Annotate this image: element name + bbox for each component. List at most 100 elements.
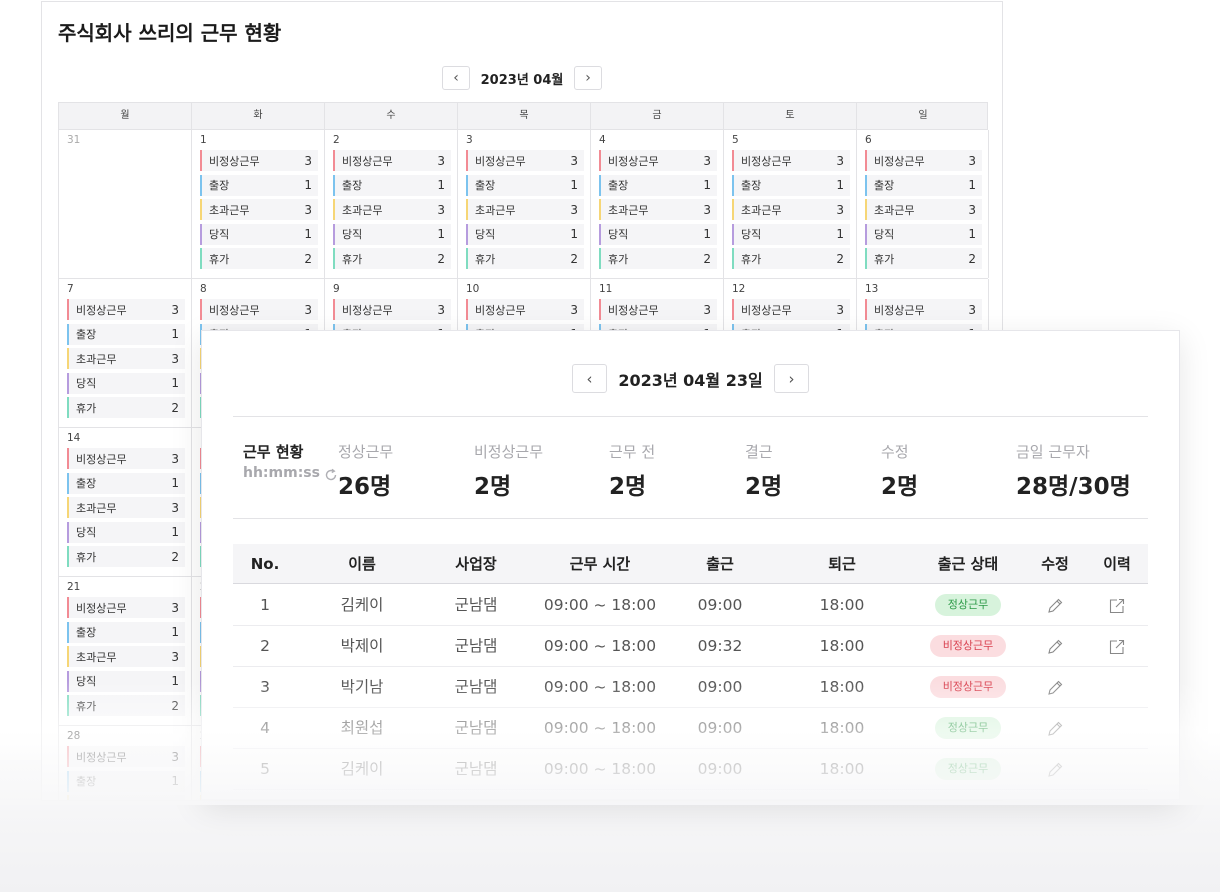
day-number: 14 [67, 432, 81, 444]
edit-icon[interactable] [1046, 679, 1064, 697]
category-label: 비정상근무 [874, 154, 925, 168]
day-category-item[interactable]: 당직 1 [67, 521, 185, 543]
day-category-item[interactable]: 출장 1 [200, 174, 318, 196]
day-category-item[interactable]: 휴가 2 [67, 546, 185, 567]
next-day-button[interactable]: › [774, 364, 809, 393]
day-category-item[interactable]: 출장 1 [865, 174, 982, 196]
calendar-day-cell[interactable]: 2 비정상근무 3 출장 1 초과근무 3 당직 1 휴가 2 [325, 130, 458, 278]
category-label: 휴가 [342, 252, 363, 266]
calendar-day-cell[interactable]: 21 비정상근무 3 출장 1 초과근무 3 당직 1 휴가 2 [59, 577, 192, 725]
category-count: 3 [570, 302, 578, 317]
day-category-item[interactable]: 초과근무 3 [466, 199, 584, 220]
external-link-icon[interactable] [1108, 597, 1126, 615]
table-row[interactable]: 4 최원섭 군남댐 09:00 ~ 18:00 09:00 18:00 정상근무 [233, 708, 1148, 749]
table-row[interactable]: 5 김케이 군남댐 09:00 ~ 18:00 09:00 18:00 정상근무 [233, 749, 1148, 790]
day-category-item[interactable]: 휴가 2 [732, 248, 850, 269]
day-category-item[interactable]: 비정상근무 3 [67, 597, 185, 618]
table-row[interactable]: 2 박제이 군남댐 09:00 ~ 18:00 09:32 18:00 비정상근무 [233, 626, 1148, 667]
day-category-item[interactable]: 출장 1 [67, 472, 185, 494]
day-category-item[interactable]: 비정상근무 3 [732, 150, 850, 171]
day-category-item[interactable]: 초과근무 3 [333, 199, 451, 220]
calendar-day-cell[interactable]: 28비정상근무3출장1초과근무3당직1휴가2 [59, 726, 192, 800]
day-category-item[interactable]: 출장 1 [333, 174, 451, 196]
cell-in: 09:00 [697, 719, 743, 737]
day-category-item[interactable]: 초과근무 3 [732, 199, 850, 220]
day-category-item[interactable]: 당직 1 [200, 223, 318, 245]
day-category-item[interactable]: 당직 1 [599, 223, 717, 245]
status-badge[interactable]: 비정상근무 [930, 676, 1006, 698]
edit-icon[interactable] [1046, 761, 1064, 779]
day-category-item[interactable]: 비정상근무 3 [67, 746, 185, 767]
day-category-item[interactable]: 휴가 2 [865, 248, 982, 269]
day-category-item[interactable]: 출장 1 [67, 621, 185, 643]
day-category-item[interactable]: 당직 1 [67, 670, 185, 692]
category-label: 비정상근무 [342, 154, 393, 168]
day-category-item[interactable]: 출장 1 [599, 174, 717, 196]
day-category-item[interactable]: 비정상근무 3 [67, 299, 185, 320]
next-month-button[interactable]: › [574, 66, 602, 90]
day-category-item[interactable]: 휴가 2 [67, 695, 185, 716]
day-category-item[interactable]: 출장 1 [466, 174, 584, 196]
calendar-day-cell[interactable]: 7 비정상근무 3 출장 1 초과근무 3 당직 1 휴가 2 [59, 279, 192, 427]
status-badge[interactable]: 정상근무 [935, 594, 1001, 616]
day-category-item[interactable]: 초과근무 3 [67, 795, 185, 800]
day-category-item[interactable]: 당직 1 [333, 223, 451, 245]
day-category-item[interactable]: 초과근무 3 [67, 497, 185, 518]
day-category-item[interactable]: 비정상근무 3 [466, 150, 584, 171]
day-category-item[interactable]: 초과근무 3 [865, 199, 982, 220]
prev-day-button[interactable]: ‹ [572, 364, 607, 393]
day-category-item[interactable]: 출장 1 [67, 770, 185, 792]
day-category-item[interactable]: 출장 1 [67, 323, 185, 345]
calendar-day-cell[interactable]: 31 [59, 130, 192, 278]
calendar-day-cell[interactable]: 14 비정상근무 3 출장 1 초과근무 3 당직 1 휴가 2 [59, 428, 192, 576]
refresh-icon[interactable] [324, 468, 338, 482]
day-category-item[interactable]: 비정상근무 3 [599, 299, 717, 320]
day-category-item[interactable]: 출장 1 [732, 174, 850, 196]
cell-name: 박기남 [340, 678, 384, 696]
day-category-item[interactable]: 초과근무 3 [200, 199, 318, 220]
day-category-item[interactable]: 초과근무 3 [67, 646, 185, 667]
day-category-item[interactable]: 비정상근무 3 [732, 299, 850, 320]
day-category-item[interactable]: 휴가 2 [67, 397, 185, 418]
edit-icon[interactable] [1046, 597, 1064, 615]
day-category-item[interactable]: 비정상근무 3 [599, 150, 717, 171]
summary-stat: 수정 2명 [881, 441, 918, 501]
status-badge[interactable]: 정상근무 [935, 717, 1001, 739]
day-category-item[interactable]: 휴가 2 [599, 248, 717, 269]
calendar-day-cell[interactable]: 3 비정상근무 3 출장 1 초과근무 3 당직 1 휴가 2 [458, 130, 591, 278]
day-category-item[interactable]: 당직 1 [67, 372, 185, 394]
category-count: 1 [171, 476, 179, 490]
external-link-icon[interactable] [1108, 638, 1126, 656]
status-badge[interactable]: 정상근무 [935, 758, 1001, 780]
table-row[interactable]: 3 박기남 군남댐 09:00 ~ 18:00 09:00 18:00 비정상근무 [233, 667, 1148, 708]
day-category-item[interactable]: 비정상근무 3 [865, 150, 982, 171]
calendar-day-cell[interactable]: 5 비정상근무 3 출장 1 초과근무 3 당직 1 휴가 2 [724, 130, 857, 278]
category-count: 3 [836, 153, 844, 168]
status-badge[interactable]: 비정상근무 [930, 635, 1006, 657]
edit-icon[interactable] [1046, 638, 1064, 656]
day-category-item[interactable]: 비정상근무 3 [200, 299, 318, 320]
day-category-item[interactable]: 비정상근무 3 [333, 150, 451, 171]
table-row[interactable]: 1 김케이 군남댐 09:00 ~ 18:00 09:00 18:00 정상근무 [233, 585, 1148, 626]
day-category-item[interactable]: 당직 1 [865, 223, 982, 245]
day-category-item[interactable]: 초과근무 3 [599, 199, 717, 220]
day-category-item[interactable]: 비정상근무 3 [200, 150, 318, 171]
summary-time: hh:mm:ss [243, 465, 320, 481]
calendar-day-cell[interactable]: 1 비정상근무 3 출장 1 초과근무 3 당직 1 휴가 2 [192, 130, 325, 278]
calendar-day-cell[interactable]: 6 비정상근무 3 출장 1 초과근무 3 당직 1 휴가 2 [857, 130, 989, 278]
day-category-item[interactable]: 당직 1 [732, 223, 850, 245]
day-category-item[interactable]: 비정상근무 3 [466, 299, 584, 320]
day-category-item[interactable]: 휴가 2 [466, 248, 584, 269]
day-category-item[interactable]: 비정상근무 3 [333, 299, 451, 320]
prev-month-button[interactable]: ‹ [442, 66, 470, 90]
summary-stat: 금일 근무자 28명/30명 [1016, 441, 1131, 501]
day-category-item[interactable]: 휴가 2 [200, 248, 318, 269]
calendar-day-cell[interactable]: 4 비정상근무 3 출장 1 초과근무 3 당직 1 휴가 2 [591, 130, 724, 278]
day-category-item[interactable]: 비정상근무 3 [67, 448, 185, 469]
day-category-item[interactable]: 휴가 2 [333, 248, 451, 269]
day-category-item[interactable]: 비정상근무 3 [865, 299, 982, 320]
day-category-item[interactable]: 초과근무 3 [67, 348, 185, 369]
edit-icon[interactable] [1046, 720, 1064, 738]
category-count: 1 [836, 227, 844, 241]
day-category-item[interactable]: 당직 1 [466, 223, 584, 245]
